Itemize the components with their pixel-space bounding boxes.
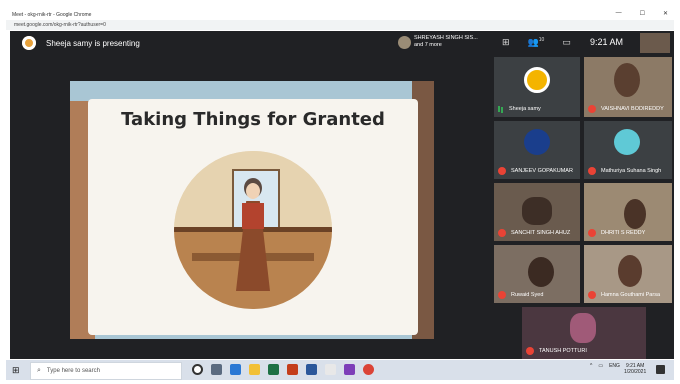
search-icon: ⌕ bbox=[37, 367, 41, 374]
close-button[interactable]: ✕ bbox=[663, 10, 668, 17]
taskbar-search-input[interactable]: ⌕ Type here to search bbox=[30, 362, 182, 380]
participants-summary[interactable]: SHREYASH SINGH SIS... and 7 more bbox=[414, 35, 478, 49]
participant-name: SANJEEV GOPAKUMAR bbox=[511, 168, 573, 174]
maximize-button[interactable]: ☐ bbox=[640, 10, 645, 17]
illustration-woman-head bbox=[246, 183, 260, 199]
system-tray: ^ ▭ ENG bbox=[590, 363, 620, 369]
participant-tile[interactable]: Sheeja samy bbox=[494, 57, 580, 117]
presenter-avatar bbox=[22, 36, 36, 50]
meet-top-bar: Sheeja samy is presenting SHREYASH SINGH… bbox=[10, 31, 674, 55]
participant-name-row: Sheeja samy bbox=[498, 105, 541, 113]
participant-tile[interactable]: Mathuriya Suhana Singh bbox=[584, 121, 672, 179]
mic-off-icon bbox=[498, 229, 506, 237]
participant-name: DHRITI S REDDY bbox=[601, 230, 646, 236]
participant-name: Mathuriya Suhana Singh bbox=[601, 168, 662, 174]
participant-tile[interactable]: DHRITI S REDDY bbox=[584, 183, 672, 241]
participant-name-row: Hamna Gouthami Parsa bbox=[588, 291, 660, 299]
slide-card: Taking Things for Granted bbox=[88, 99, 418, 335]
avatar bbox=[524, 67, 550, 93]
illustration-woman-vest bbox=[242, 203, 264, 229]
browser-title: Meet - okg-rnik-rtr - Google Chrome bbox=[12, 12, 92, 18]
participant-avatar bbox=[398, 36, 411, 49]
presenter-text: Sheeja samy is presenting bbox=[46, 39, 140, 48]
chevron-up-icon[interactable]: ^ bbox=[590, 363, 592, 369]
taskbar-date: 1/20/2021 bbox=[624, 369, 647, 375]
participant-name-row: DHRITI S REDDY bbox=[588, 229, 645, 237]
network-icon[interactable]: ▭ bbox=[598, 363, 603, 369]
participant-video bbox=[618, 255, 642, 287]
taskbar-apps bbox=[192, 364, 374, 375]
participant-name: VAISHNAVI BODIREDDY bbox=[601, 106, 664, 112]
slide-title: Taking Things for Granted bbox=[121, 109, 385, 130]
mic-off-icon bbox=[498, 167, 506, 175]
participant-tile[interactable]: VAISHNAVI BODIREDDY bbox=[584, 57, 672, 117]
meet-clock: 9:21 AM bbox=[590, 37, 624, 47]
mic-off-icon bbox=[588, 105, 596, 113]
participant-tile[interactable]: SANCHIT SINGH AHUZ bbox=[494, 183, 580, 241]
participant-name-row: Mathuriya Suhana Singh bbox=[588, 167, 661, 175]
mic-off-icon bbox=[498, 291, 506, 299]
participants-summary-more: and 7 more bbox=[414, 42, 442, 48]
mic-on-icon bbox=[498, 105, 504, 113]
app-icon[interactable] bbox=[230, 364, 241, 375]
participant-video bbox=[614, 63, 640, 97]
participant-video bbox=[570, 313, 596, 343]
powerpoint-icon[interactable] bbox=[287, 364, 298, 375]
mic-off-icon bbox=[588, 229, 596, 237]
minimize-button[interactable]: — bbox=[616, 10, 622, 17]
participant-name-row: SANJEEV GOPAKUMAR bbox=[498, 167, 573, 175]
meet-toolbar: ⊞ 👥10 ▭ bbox=[502, 37, 571, 48]
participant-name-row: Ruwaid Syed bbox=[498, 291, 543, 299]
file-explorer-icon[interactable] bbox=[249, 364, 260, 375]
people-icon[interactable]: 👥10 bbox=[528, 37, 545, 48]
window-controls: — ☐ ✕ bbox=[616, 10, 668, 17]
participant-tile[interactable]: Ruwaid Syed bbox=[494, 245, 580, 303]
taskbar-clock[interactable]: 9:21 AM 1/20/2021 bbox=[624, 363, 646, 375]
excel-icon[interactable] bbox=[268, 364, 279, 375]
participant-name: Hamna Gouthami Parsa bbox=[601, 292, 660, 298]
word-icon[interactable] bbox=[306, 364, 317, 375]
avatar bbox=[614, 129, 640, 155]
mic-off-icon bbox=[588, 291, 596, 299]
url-text: meet.google.com/okg-rnik-rtr?authuser=0 bbox=[14, 22, 106, 28]
participants-summary-name: SHREYASH SINGH SIS... bbox=[414, 35, 478, 41]
app-icon[interactable] bbox=[325, 364, 336, 375]
participant-name: Sheeja samy bbox=[509, 106, 541, 112]
notification-icon[interactable] bbox=[656, 365, 665, 374]
participant-tile[interactable]: Hamna Gouthami Parsa bbox=[584, 245, 672, 303]
presentation-slide: Taking Things for Granted bbox=[70, 81, 434, 339]
meet-window: Sheeja samy is presenting SHREYASH SINGH… bbox=[10, 31, 674, 359]
participant-name: TANUSH POTTURI bbox=[539, 348, 587, 354]
participant-name-row: TANUSH POTTURI bbox=[526, 347, 587, 355]
chat-icon[interactable]: ▭ bbox=[562, 37, 571, 48]
participant-name-row: VAISHNAVI BODIREDDY bbox=[588, 105, 664, 113]
participant-name: SANCHIT SINGH AHUZ bbox=[511, 230, 571, 236]
participant-name-row: SANCHIT SINGH AHUZ bbox=[498, 229, 570, 237]
chrome-icon[interactable] bbox=[363, 364, 374, 375]
mic-off-icon bbox=[526, 347, 534, 355]
slide-illustration bbox=[174, 151, 332, 309]
language-indicator[interactable]: ENG bbox=[609, 363, 620, 369]
participant-tile[interactable]: SANJEEV GOPAKUMAR bbox=[494, 121, 580, 179]
address-bar[interactable]: meet.google.com/okg-rnik-rtr?authuser=0 bbox=[6, 20, 674, 30]
participant-tile[interactable]: TANUSH POTTURI bbox=[522, 307, 646, 359]
cortana-icon[interactable] bbox=[192, 364, 203, 375]
participant-name: Ruwaid Syed bbox=[511, 292, 544, 298]
avatar bbox=[524, 129, 550, 155]
task-view-icon[interactable] bbox=[211, 364, 222, 375]
windows-start-icon[interactable]: ⊞ bbox=[12, 365, 22, 375]
participant-video bbox=[528, 257, 554, 287]
participant-video bbox=[522, 197, 552, 225]
onenote-icon[interactable] bbox=[344, 364, 355, 375]
participant-video bbox=[624, 199, 646, 229]
windows-taskbar: ⊞ ⌕ Type here to search ^ ▭ ENG 9:21 AM … bbox=[6, 360, 674, 380]
layout-icon[interactable]: ⊞ bbox=[502, 37, 510, 48]
browser-title-bar: Meet - okg-rnik-rtr - Google Chrome — ☐ … bbox=[6, 10, 674, 20]
self-view-thumbnail[interactable] bbox=[640, 33, 670, 53]
screen: Meet - okg-rnik-rtr - Google Chrome — ☐ … bbox=[0, 0, 680, 384]
search-placeholder: Type here to search bbox=[46, 368, 100, 374]
mic-off-icon bbox=[588, 167, 596, 175]
